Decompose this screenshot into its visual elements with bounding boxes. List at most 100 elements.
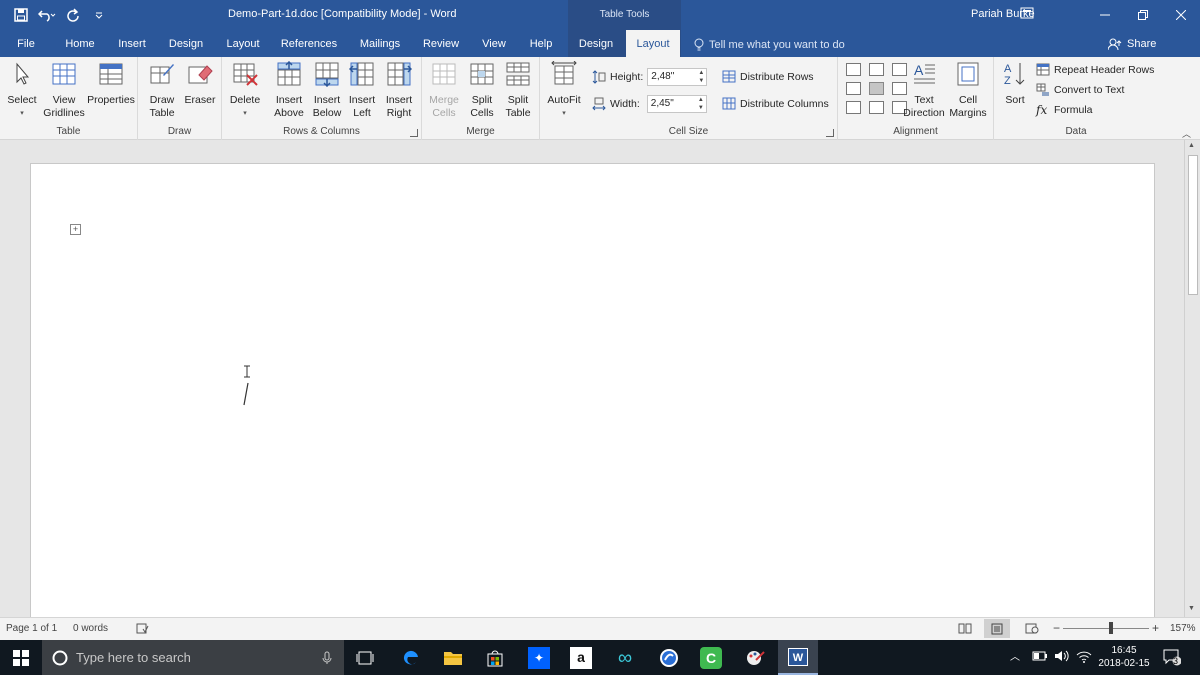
page-count[interactable]: Page 1 of 1 — [6, 623, 57, 634]
width-input[interactable]: 2,45" ▲ ▼ — [646, 95, 707, 113]
scroll-down-icon[interactable]: ▼ — [1188, 605, 1195, 612]
draw-table-button[interactable]: Draw Table — [144, 61, 180, 120]
insert-right-button[interactable]: Insert Right — [380, 61, 418, 120]
eraser-button[interactable]: Eraser — [182, 61, 218, 107]
spinner-arrows-icon[interactable]: ▲ ▼ — [698, 69, 704, 85]
save-icon[interactable] — [10, 5, 32, 25]
view-gridlines-button[interactable]: View Gridlines — [42, 61, 86, 120]
formula-button[interactable]: fx Formula — [1036, 103, 1093, 117]
height-input[interactable]: 2,48" ▲ ▼ — [647, 68, 708, 86]
align-bottom-left-icon[interactable] — [846, 101, 861, 114]
insert-above-label-2: Above — [274, 107, 304, 119]
print-layout-icon[interactable] — [984, 619, 1010, 638]
close-icon[interactable] — [1162, 0, 1200, 30]
zoom-in-icon[interactable]: + — [1152, 621, 1159, 635]
dropbox-icon[interactable]: ✦ — [526, 645, 552, 671]
scrollbar-thumb[interactable] — [1188, 155, 1198, 295]
tab-review[interactable]: Review — [418, 30, 464, 57]
circle-app-icon[interactable] — [656, 645, 682, 671]
customize-qat-icon[interactable] — [88, 5, 110, 25]
undo-icon[interactable] — [36, 5, 58, 25]
share-button[interactable]: Share — [1108, 38, 1156, 50]
web-layout-icon[interactable] — [1025, 623, 1039, 637]
volume-icon[interactable] — [1054, 650, 1070, 666]
insert-left-button[interactable]: Insert Left — [344, 61, 380, 120]
merge-cells-button[interactable]: Merge Cells — [426, 61, 462, 120]
split-cells-button[interactable]: Split Cells — [464, 61, 500, 120]
word-count[interactable]: 0 words — [73, 623, 108, 634]
autofit-button[interactable]: AutoFit ▾ — [544, 60, 584, 120]
infinity-app-icon[interactable]: ∞ — [612, 645, 638, 671]
vertical-scrollbar[interactable]: ▲ ▼ — [1184, 140, 1200, 617]
properties-button[interactable]: Properties — [86, 61, 136, 107]
text-direction-label-2: Direction — [903, 107, 945, 119]
proofing-icon[interactable] — [136, 623, 149, 637]
insert-above-button[interactable]: Insert Above — [270, 60, 308, 120]
tab-help[interactable]: Help — [524, 30, 558, 57]
ribbon-display-options-icon[interactable] — [1020, 7, 1034, 22]
tab-mailings[interactable]: Mailings — [352, 30, 408, 57]
amazon-icon[interactable]: a — [568, 645, 594, 671]
zoom-out-icon[interactable]: − — [1053, 621, 1060, 635]
wifi-icon[interactable] — [1076, 650, 1092, 667]
show-hidden-icons-icon[interactable]: ︿ — [1010, 651, 1020, 664]
convert-to-text-label: Convert to Text — [1054, 83, 1125, 96]
redo-icon[interactable] — [62, 5, 84, 25]
align-top-left-icon[interactable] — [846, 63, 861, 76]
tab-table-layout[interactable]: Layout — [626, 30, 680, 57]
zoom-slider-thumb[interactable] — [1109, 622, 1113, 634]
restore-icon[interactable] — [1124, 0, 1162, 30]
select-button[interactable]: Select ▾ — [4, 61, 40, 120]
collapse-ribbon-icon[interactable]: ︿ — [1182, 127, 1191, 140]
windows-start-icon[interactable] — [8, 645, 34, 671]
tab-design[interactable]: Design — [163, 30, 209, 57]
tab-insert[interactable]: Insert — [112, 30, 152, 57]
taskbar-search-box[interactable]: Type here to search — [42, 640, 344, 675]
cell-margins-button[interactable]: Cell Margins — [946, 61, 990, 120]
cell-size-launcher-icon[interactable] — [826, 129, 834, 137]
delete-button[interactable]: Delete ▾ — [226, 61, 264, 120]
insert-below-button[interactable]: Insert Below — [308, 61, 346, 120]
tab-layout[interactable]: Layout — [220, 30, 266, 57]
microphone-icon[interactable] — [322, 651, 332, 665]
edge-icon[interactable] — [398, 645, 424, 671]
clock[interactable]: 16:45 2018-02-15 — [1096, 644, 1152, 670]
document-title: Demo-Part-1d.doc [Compatibility Mode] - … — [228, 8, 457, 20]
align-center-icon[interactable] — [869, 82, 884, 95]
split-cells-icon — [470, 63, 494, 85]
tab-references[interactable]: References — [276, 30, 342, 57]
tab-view[interactable]: View — [474, 30, 514, 57]
scroll-up-icon[interactable]: ▲ — [1188, 142, 1195, 149]
word-taskbar-icon[interactable]: W — [778, 640, 818, 675]
text-direction-button[interactable]: A Text Direction — [902, 61, 946, 120]
cell-margins-icon — [957, 62, 979, 86]
zoom-level[interactable]: 157% — [1170, 623, 1196, 634]
sort-button[interactable]: AZ Sort — [1000, 61, 1030, 107]
document-page[interactable] — [30, 163, 1155, 623]
paint-app-icon[interactable] — [742, 645, 768, 671]
read-mode-icon[interactable] — [958, 623, 972, 637]
distribute-columns-button[interactable]: Distribute Columns — [722, 97, 829, 110]
split-table-button[interactable]: Split Table — [500, 61, 536, 120]
camtasia-icon[interactable]: C — [698, 645, 724, 671]
align-bottom-center-icon[interactable] — [869, 101, 884, 114]
spinner-arrows-icon[interactable]: ▲ ▼ — [698, 96, 704, 112]
repeat-header-rows-button[interactable]: Repeat Header Rows — [1036, 63, 1154, 76]
align-top-center-icon[interactable] — [869, 63, 884, 76]
tell-me-box[interactable]: Tell me what you want to do — [694, 38, 845, 51]
rows-columns-launcher-icon[interactable] — [410, 129, 418, 137]
store-icon[interactable] — [482, 645, 508, 671]
zoom-slider[interactable] — [1063, 628, 1149, 629]
minimize-icon[interactable] — [1086, 0, 1124, 30]
action-center-icon[interactable]: 3 — [1163, 648, 1182, 670]
file-explorer-icon[interactable] — [440, 645, 466, 671]
task-view-icon[interactable] — [352, 645, 378, 671]
align-center-left-icon[interactable] — [846, 82, 861, 95]
distribute-rows-button[interactable]: Distribute Rows — [722, 70, 814, 83]
tab-table-design[interactable]: Design — [570, 30, 622, 57]
tab-file[interactable]: File — [6, 30, 46, 57]
convert-to-text-button[interactable]: Convert to Text — [1036, 83, 1124, 96]
battery-icon[interactable] — [1032, 651, 1048, 665]
tab-home[interactable]: Home — [57, 30, 103, 57]
table-move-handle-icon[interactable]: + — [70, 224, 81, 235]
